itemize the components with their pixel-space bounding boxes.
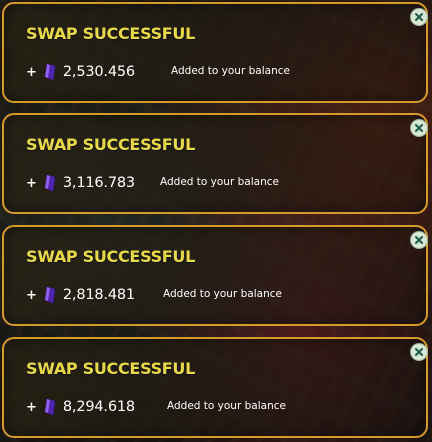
plus-sign: + [26, 287, 37, 303]
swap-amount: 8,294.618 [62, 399, 135, 415]
close-icon [415, 348, 423, 356]
close-button[interactable] [410, 8, 428, 26]
close-button[interactable] [410, 343, 428, 361]
plus-sign: + [26, 64, 37, 80]
balance-message: Added to your balance [171, 65, 290, 77]
toast-title: SWAP SUCCESSFUL [26, 24, 196, 43]
close-icon [415, 236, 423, 244]
close-button[interactable] [410, 119, 428, 137]
toast-amount-row: + 3,116.783 [26, 171, 135, 195]
plus-sign: + [26, 399, 37, 415]
toast-amount-row: + 8,294.618 [26, 395, 135, 419]
swap-amount: 2,818.481 [62, 287, 135, 303]
swap-success-toast: SWAP SUCCESSFUL + 2,818.481 Added to you… [2, 225, 428, 326]
balance-message: Added to your balance [167, 400, 286, 412]
purple-gem-icon [43, 398, 57, 416]
close-icon [415, 13, 423, 21]
swap-amount: 2,530.456 [62, 64, 135, 80]
balance-message: Added to your balance [160, 176, 279, 188]
close-button[interactable] [410, 231, 428, 249]
close-icon [415, 124, 423, 132]
plus-sign: + [26, 175, 37, 191]
purple-gem-icon [43, 286, 57, 304]
swap-success-toast: SWAP SUCCESSFUL + 2,530.456 Added to you… [2, 2, 428, 103]
toast-title: SWAP SUCCESSFUL [26, 135, 196, 154]
toast-amount-row: + 2,818.481 [26, 283, 135, 307]
toast-amount-row: + 2,530.456 [26, 60, 135, 84]
toast-title: SWAP SUCCESSFUL [26, 247, 196, 266]
swap-amount: 3,116.783 [62, 175, 135, 191]
balance-message: Added to your balance [163, 288, 282, 300]
swap-success-toast: SWAP SUCCESSFUL + 3,116.783 Added to you… [2, 113, 428, 214]
purple-gem-icon [43, 174, 57, 192]
toast-title: SWAP SUCCESSFUL [26, 359, 196, 378]
swap-success-toast: SWAP SUCCESSFUL + 8,294.618 Added to you… [2, 337, 428, 438]
purple-gem-icon [43, 63, 57, 81]
